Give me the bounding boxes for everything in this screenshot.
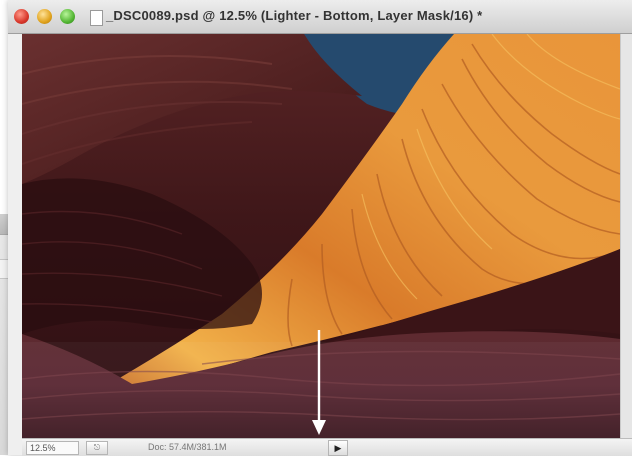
play-triangle-icon[interactable]: ▶ bbox=[328, 440, 348, 456]
canyon-photo bbox=[22, 34, 620, 438]
minimize-button[interactable] bbox=[37, 9, 52, 24]
document-window: _DSC0089.psd @ 12.5% (Lighter - Bottom, … bbox=[8, 0, 632, 456]
zoom-level-field[interactable]: 12.5% bbox=[26, 441, 79, 455]
vertical-scroll-strip[interactable] bbox=[620, 34, 632, 438]
status-bar: 12.5% ⎋ Doc: 57.4M/381.1M ▶ bbox=[22, 438, 632, 456]
close-button[interactable] bbox=[14, 9, 29, 24]
document-icon bbox=[90, 10, 103, 26]
document-size-info: Doc: 57.4M/381.1M bbox=[148, 442, 227, 452]
image-canvas[interactable] bbox=[22, 34, 620, 438]
window-title: _DSC0089.psd @ 12.5% (Lighter - Bottom, … bbox=[106, 8, 483, 23]
status-menu-icon[interactable]: ⎋ bbox=[86, 441, 108, 455]
title-bar[interactable]: _DSC0089.psd @ 12.5% (Lighter - Bottom, … bbox=[8, 0, 632, 34]
zoom-button[interactable] bbox=[60, 9, 75, 24]
